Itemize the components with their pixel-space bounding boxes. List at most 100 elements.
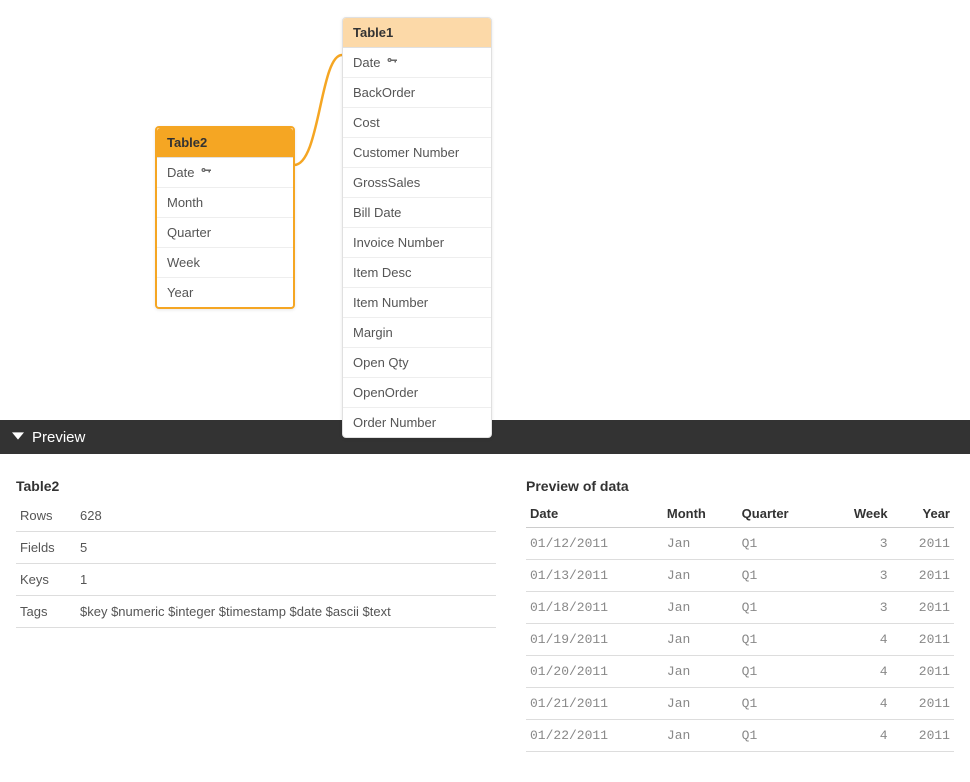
table-cell: Jan [663,592,738,624]
field-row[interactable]: Month [157,188,293,218]
field-row[interactable]: Year [157,278,293,307]
field-row[interactable]: OpenOrder [343,378,491,408]
meta-value: 628 [76,500,496,532]
table-cell: 01/22/2011 [526,720,663,752]
field-label: Invoice Number [353,235,444,250]
meta-row-tags: Tags $key $numeric $integer $timestamp $… [16,596,496,628]
table-cell: Jan [663,688,738,720]
metadata-table-name: Table2 [16,478,496,494]
meta-value: 5 [76,532,496,564]
field-label: Customer Number [353,145,459,160]
field-row[interactable]: Date [157,158,293,188]
table-cell: Jan [663,720,738,752]
field-row[interactable]: BackOrder [343,78,491,108]
field-row[interactable]: GrossSales [343,168,491,198]
field-row[interactable]: Invoice Number [343,228,491,258]
table-header-row: DateMonthQuarterWeekYear [526,500,954,528]
field-row[interactable]: Open Qty [343,348,491,378]
table-cell: 3 [825,528,891,560]
field-label: BackOrder [353,85,415,100]
column-header[interactable]: Date [526,500,663,528]
table-cell: 2011 [892,592,954,624]
data-preview-title: Preview of data [526,478,954,494]
preview-body: Table2 Rows 628 Fields 5 Keys 1 Tags $ke… [0,454,970,752]
table-node-table1[interactable]: Table1 Date BackOrder Cost Customer Number G… [342,17,492,438]
table-row[interactable]: 01/22/2011JanQ142011 [526,720,954,752]
table-cell: 01/20/2011 [526,656,663,688]
column-header[interactable]: Quarter [738,500,825,528]
table-row[interactable]: 01/19/2011JanQ142011 [526,624,954,656]
data-preview-panel: Preview of data DateMonthQuarterWeekYear… [526,478,954,752]
key-icon [386,55,398,70]
field-row[interactable]: Quarter [157,218,293,248]
field-row[interactable]: Customer Number [343,138,491,168]
field-row[interactable]: Date [343,48,491,78]
table-cell: Q1 [738,720,825,752]
meta-value: $key $numeric $integer $timestamp $date … [76,596,496,628]
table-row[interactable]: 01/20/2011JanQ142011 [526,656,954,688]
table-node-table2[interactable]: Table2 Date Month Quarter Week Year [155,126,295,309]
field-label: Open Qty [353,355,409,370]
table-cell: Jan [663,656,738,688]
table-header[interactable]: Table1 [343,18,491,48]
table-cell: Q1 [738,560,825,592]
field-label: Order Number [353,415,436,430]
table-cell: 4 [825,688,891,720]
column-header[interactable]: Week [825,500,891,528]
table-cell: 3 [825,592,891,624]
field-label: Bill Date [353,205,401,220]
column-header[interactable]: Month [663,500,738,528]
table-cell: 4 [825,624,891,656]
table-row[interactable]: 01/12/2011JanQ132011 [526,528,954,560]
preview-title: Preview [32,429,85,446]
table-cell: 01/21/2011 [526,688,663,720]
table-cell: Q1 [738,528,825,560]
column-header[interactable]: Year [892,500,954,528]
meta-value: 1 [76,564,496,596]
field-row[interactable]: Item Number [343,288,491,318]
field-row[interactable]: Item Desc [343,258,491,288]
field-row[interactable]: Bill Date [343,198,491,228]
meta-row-rows: Rows 628 [16,500,496,532]
table-cell: Jan [663,624,738,656]
data-preview-table: DateMonthQuarterWeekYear 01/12/2011JanQ1… [526,500,954,752]
table-row[interactable]: 01/13/2011JanQ132011 [526,560,954,592]
model-canvas[interactable]: Table2 Date Month Quarter Week Year Table1 D… [0,0,970,420]
field-label: Cost [353,115,380,130]
table-cell: 3 [825,560,891,592]
field-label: Date [353,55,380,70]
field-label: Margin [353,325,393,340]
field-label: Month [167,195,203,210]
field-label: Week [167,255,200,270]
table-header[interactable]: Table2 [157,128,293,158]
field-label: GrossSales [353,175,420,190]
meta-label: Rows [16,500,76,532]
field-label: Item Number [353,295,428,310]
table-cell: 4 [825,656,891,688]
table-row[interactable]: 01/18/2011JanQ132011 [526,592,954,624]
metadata-table: Rows 628 Fields 5 Keys 1 Tags $key $nume… [16,500,496,628]
table-cell: 2011 [892,528,954,560]
meta-row-fields: Fields 5 [16,532,496,564]
table-cell: 01/12/2011 [526,528,663,560]
table-cell: 01/18/2011 [526,592,663,624]
field-label: Quarter [167,225,211,240]
table-cell: 01/13/2011 [526,560,663,592]
table-cell: Jan [663,528,738,560]
table-cell: 2011 [892,560,954,592]
meta-label: Tags [16,596,76,628]
field-row[interactable]: Order Number [343,408,491,437]
field-label: Date [167,165,194,180]
field-row[interactable]: Week [157,248,293,278]
table-cell: 2011 [892,688,954,720]
field-list: Date BackOrder Cost Customer Number GrossSal… [343,48,491,437]
meta-row-keys: Keys 1 [16,564,496,596]
field-label: Year [167,285,193,300]
field-row[interactable]: Cost [343,108,491,138]
field-row[interactable]: Margin [343,318,491,348]
field-label: Item Desc [353,265,412,280]
table-cell: Q1 [738,656,825,688]
meta-label: Fields [16,532,76,564]
chevron-down-icon [12,430,24,445]
table-row[interactable]: 01/21/2011JanQ142011 [526,688,954,720]
